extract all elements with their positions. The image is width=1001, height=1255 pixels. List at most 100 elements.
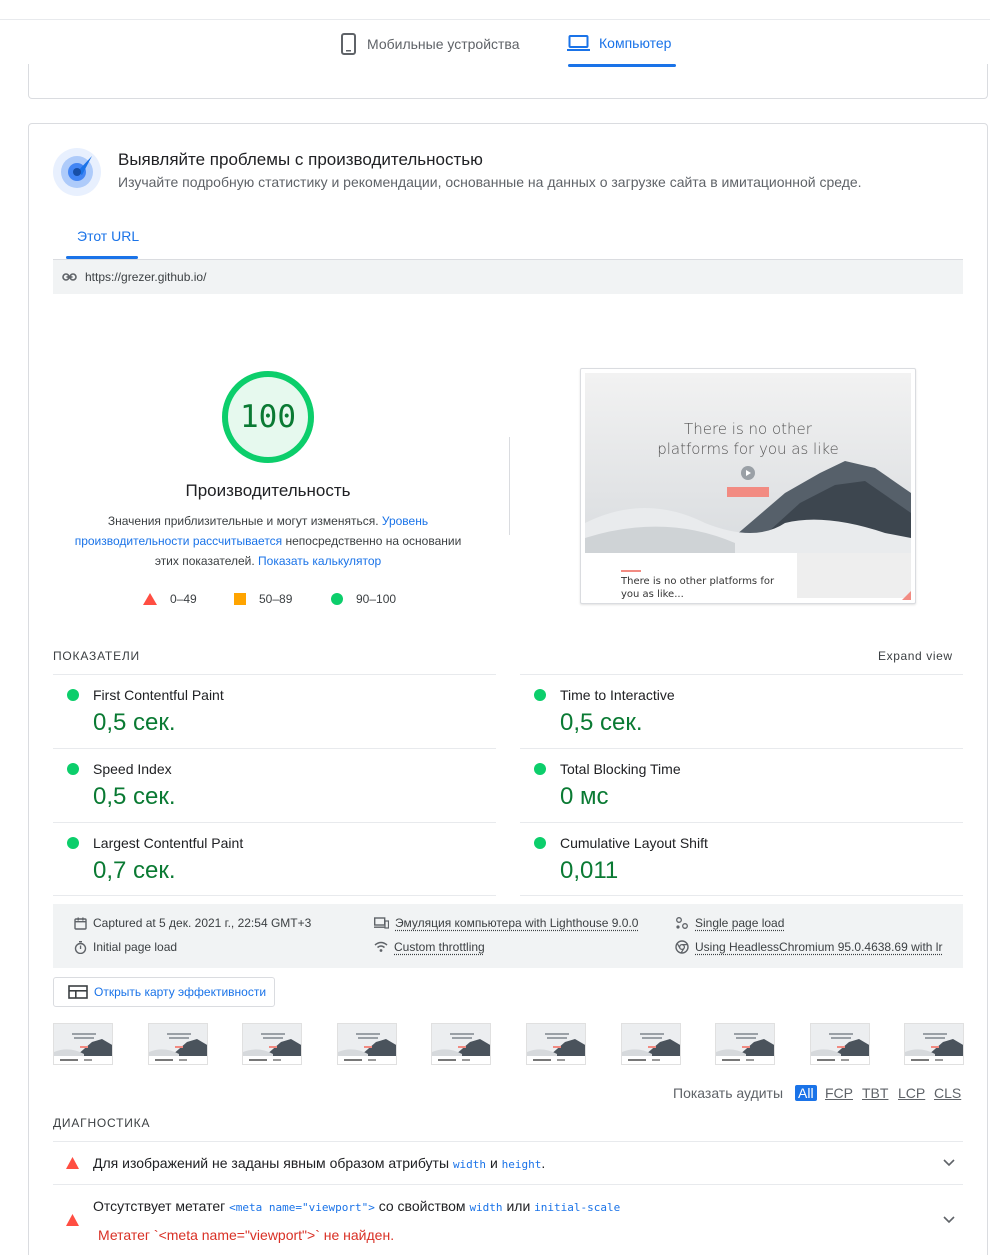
hero-title: Выявляйте проблемы с производительностью bbox=[118, 150, 483, 170]
open-treemap-button[interactable]: Открыть карту эффективности bbox=[53, 977, 275, 1007]
diagnostic-title-viewport: Отсутствует метатег <meta name="viewport… bbox=[93, 1198, 620, 1214]
performance-score-title: Производительность bbox=[118, 481, 418, 501]
diag2-text-b: со свойством bbox=[375, 1198, 470, 1214]
emulation-text: Эмуляция компьютера with Lighthouse 9.0.… bbox=[395, 916, 638, 930]
metric-value-cls: 0,011 bbox=[560, 857, 618, 885]
metric-pass-icon bbox=[534, 689, 546, 701]
legend-pass: 90–100 bbox=[331, 592, 396, 606]
legend-average-range: 50–89 bbox=[259, 592, 292, 606]
link-icon bbox=[62, 273, 77, 281]
people-icon bbox=[675, 917, 689, 930]
analyzed-url: https://grezer.github.io/ bbox=[85, 270, 206, 284]
single-load-text: Single page load bbox=[695, 916, 784, 930]
tab-desktop[interactable]: Компьютер bbox=[567, 34, 671, 52]
metric-name-tbt: Total Blocking Time bbox=[560, 761, 681, 777]
diag1-text-c: . bbox=[541, 1155, 545, 1171]
filter-lcp[interactable]: LCP bbox=[898, 1085, 925, 1101]
filter-all[interactable]: All bbox=[795, 1085, 817, 1101]
calculator-link[interactable]: Показать калькулятор bbox=[258, 554, 381, 568]
run-info-initial-load: Initial page load bbox=[74, 940, 177, 954]
filmstrip-frame bbox=[526, 1023, 586, 1065]
metric-name-si: Speed Index bbox=[93, 761, 172, 777]
screenshot-headline-line-2: platforms for you as like bbox=[585, 439, 911, 459]
run-info-throttling[interactable]: Custom throttling bbox=[374, 940, 485, 954]
metric-value-lcp: 0,7 сек. bbox=[93, 857, 176, 885]
browser-text: Using HeadlessChromium 95.0.4638.69 with… bbox=[695, 940, 942, 954]
screenshot-accent-line bbox=[621, 570, 641, 572]
wifi-icon bbox=[374, 941, 388, 953]
diag1-code-width: width bbox=[453, 1158, 486, 1171]
run-info-captured: Captured at 5 дек. 2021 г., 22:54 GMT+3 bbox=[74, 916, 311, 930]
screenshot-caption-line-1: There is no other platforms for bbox=[621, 575, 774, 588]
screenshot-caption: There is no other platforms for you as l… bbox=[621, 575, 774, 601]
diag1-code-height: height bbox=[502, 1158, 542, 1171]
screenshot-side-panel bbox=[797, 553, 911, 598]
metric-value-tbt: 0 мс bbox=[560, 783, 609, 811]
filter-fcp[interactable]: FCP bbox=[825, 1085, 853, 1101]
show-audits-label: Показать аудиты bbox=[673, 1085, 783, 1101]
diag2-code-width: width bbox=[469, 1201, 502, 1214]
metric-value-fcp: 0,5 сек. bbox=[93, 709, 176, 737]
diagnostic-title-unsized-images: Для изображений не заданы явным образом … bbox=[93, 1155, 545, 1171]
metric-name-cls: Cumulative Layout Shift bbox=[560, 835, 708, 851]
metric-pass-icon bbox=[67, 689, 79, 701]
metric-pass-icon bbox=[534, 763, 546, 775]
run-info-emulation[interactable]: Эмуляция компьютера with Lighthouse 9.0.… bbox=[374, 916, 638, 930]
calendar-icon bbox=[74, 917, 87, 930]
tab-mobile[interactable]: Мобильные устройства bbox=[340, 33, 520, 55]
metric-divider bbox=[520, 895, 963, 896]
metric-value-tti: 0,5 сек. bbox=[560, 709, 643, 737]
square-icon bbox=[234, 593, 246, 605]
diag2-text-c: или bbox=[503, 1198, 535, 1214]
expand-view-toggle[interactable]: Expand view bbox=[878, 649, 953, 663]
metric-divider bbox=[520, 822, 963, 823]
legend-fail-range: 0–49 bbox=[170, 592, 197, 606]
metric-name-fcp: First Contentful Paint bbox=[93, 687, 224, 703]
diag1-text-a: Для изображений не заданы явным образом … bbox=[93, 1155, 453, 1171]
throttling-text: Custom throttling bbox=[394, 940, 485, 954]
filter-cls[interactable]: CLS bbox=[934, 1085, 961, 1101]
hero-subtitle: Изучайте подробную статистику и рекоменд… bbox=[118, 174, 862, 190]
devices-icon bbox=[374, 917, 389, 929]
top-divider bbox=[0, 19, 990, 20]
run-info-single-load[interactable]: Single page load bbox=[675, 916, 784, 930]
filter-tbt[interactable]: TBT bbox=[862, 1085, 888, 1101]
chevron-down-icon[interactable] bbox=[943, 1159, 955, 1167]
metrics-section-title: ПОКАЗАТЕЛИ bbox=[53, 649, 140, 663]
triangle-icon bbox=[143, 593, 157, 605]
diag2-code-initial-scale: initial-scale bbox=[534, 1201, 620, 1214]
run-info-panel bbox=[53, 904, 963, 968]
smartphone-icon bbox=[340, 33, 358, 55]
run-info-browser[interactable]: Using HeadlessChromium 95.0.4638.69 with… bbox=[675, 940, 942, 954]
filmstrip-frame bbox=[337, 1023, 397, 1065]
analyzed-url-bar: https://grezer.github.io/ bbox=[53, 260, 963, 294]
metric-name-lcp: Largest Contentful Paint bbox=[93, 835, 243, 851]
metric-name-tti: Time to Interactive bbox=[560, 687, 675, 703]
metric-divider bbox=[53, 822, 496, 823]
diagnostic-item-viewport[interactable] bbox=[53, 1185, 963, 1255]
score-description: Значения приблизительные и могут изменят… bbox=[68, 511, 468, 571]
metric-value-si: 0,5 сек. bbox=[93, 783, 176, 811]
metric-pass-icon bbox=[67, 837, 79, 849]
circle-icon bbox=[331, 593, 343, 605]
final-screenshot-image bbox=[585, 373, 911, 553]
filmstrip-frame bbox=[431, 1023, 491, 1065]
diagnostic-error-viewport: Метатег `<meta name="viewport">` не найд… bbox=[98, 1227, 394, 1243]
metric-pass-icon bbox=[67, 763, 79, 775]
diag2-code-meta: <meta name="viewport"> bbox=[229, 1201, 375, 1214]
metric-pass-icon bbox=[534, 837, 546, 849]
screenshot-headline-line-1: There is no other bbox=[585, 419, 911, 439]
chevron-down-icon[interactable] bbox=[943, 1216, 955, 1224]
legend-pass-range: 90–100 bbox=[356, 592, 396, 606]
tab-this-url[interactable]: Этот URL bbox=[77, 228, 139, 244]
laptop-icon bbox=[567, 34, 590, 52]
metric-divider bbox=[53, 895, 496, 896]
field-data-card bbox=[28, 64, 988, 99]
metric-divider bbox=[520, 748, 963, 749]
legend-fail: 0–49 bbox=[143, 592, 197, 606]
tab-mobile-label: Мобильные устройства bbox=[367, 36, 520, 52]
filmstrip-frame bbox=[621, 1023, 681, 1065]
filmstrip-frame bbox=[242, 1023, 302, 1065]
diag1-text-b: и bbox=[486, 1155, 502, 1171]
filmstrip-frame bbox=[715, 1023, 775, 1065]
